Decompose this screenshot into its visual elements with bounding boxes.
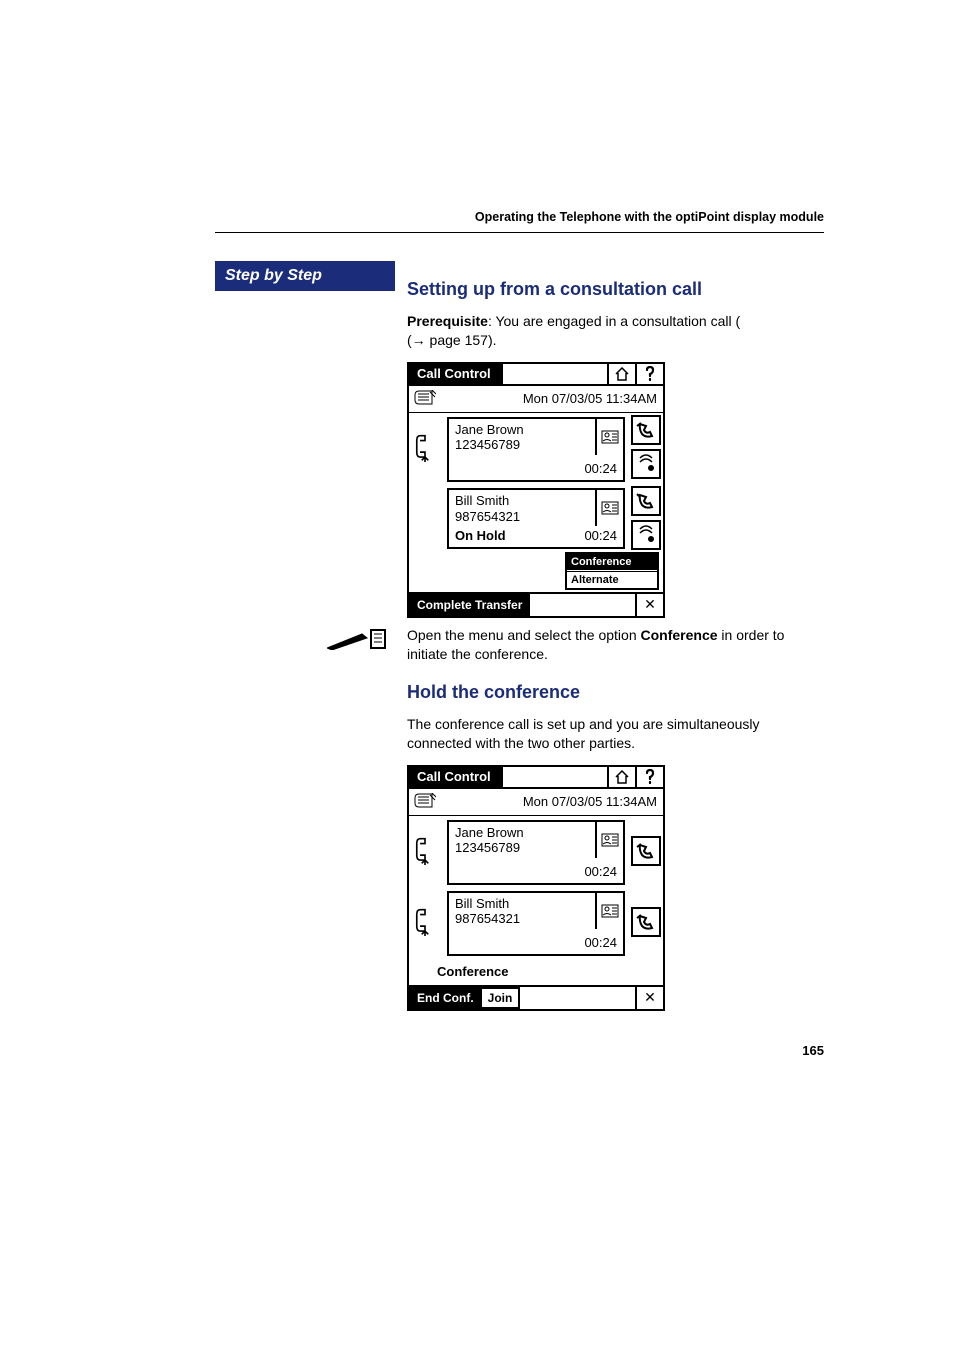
phone-handset-icon: [409, 413, 441, 484]
help-icon[interactable]: [635, 364, 663, 384]
section2-body: The conference call is set up and you ar…: [407, 715, 824, 753]
contact-card-icon[interactable]: [597, 893, 623, 929]
p2-caller2-number: 987654321: [455, 911, 591, 927]
p2-caller2-timer: 00:24: [449, 929, 623, 954]
contact-card-icon[interactable]: [597, 822, 623, 858]
header-rule: Operating the Telephone with the optiPoi…: [215, 0, 824, 233]
home-icon[interactable]: [607, 767, 635, 787]
phone-handset-icon: [409, 816, 441, 887]
p2-caller2-name: Bill Smith: [455, 896, 591, 912]
p2-caller1-name: Jane Brown: [455, 825, 591, 841]
complete-transfer-button[interactable]: Complete Transfer: [409, 594, 530, 616]
pen-icon: [327, 626, 387, 650]
p2-caller1-timer: 00:24: [449, 858, 623, 883]
prerequisite-text: Prerequisite: You are engaged in a consu…: [407, 312, 824, 350]
datetime-text: Mon 07/03/05 11:34AM: [442, 388, 663, 409]
step-by-step-heading: Step by Step: [215, 261, 395, 291]
close-icon[interactable]: ✕: [635, 987, 663, 1009]
join-button[interactable]: Join: [482, 987, 521, 1009]
context-menu: Conference Alternate: [565, 552, 659, 590]
page: Operating the Telephone with the optiPoi…: [0, 0, 954, 1118]
record-icon[interactable]: [631, 449, 661, 479]
page-ref[interactable]: (→ page 157): [407, 332, 493, 348]
help-icon[interactable]: [635, 767, 663, 787]
handset-active-icon[interactable]: [631, 415, 661, 445]
on-hold-label: On Hold: [455, 528, 506, 543]
contact-card-icon[interactable]: [597, 419, 623, 455]
handset-active-icon[interactable]: [631, 907, 661, 937]
notepad-icon: [409, 789, 442, 815]
notepad-icon: [409, 386, 442, 412]
prerequisite-label: Prerequisite: [407, 313, 488, 329]
phone-display-1: Call Control Mon 07/03/05 11:34AM: [407, 362, 665, 618]
section-title-hold: Hold the conference: [407, 682, 824, 703]
phone-handset-icon: [409, 887, 441, 958]
running-header: Operating the Telephone with the optiPoi…: [215, 210, 824, 232]
close-icon[interactable]: ✕: [635, 594, 663, 616]
call-control-tab[interactable]: Call Control: [409, 767, 503, 787]
handset-hold-icon[interactable]: [631, 486, 661, 516]
caller2-name: Bill Smith: [455, 493, 591, 509]
conference-label: Conference: [409, 958, 663, 985]
caller1-number: 123456789: [455, 437, 591, 453]
home-icon[interactable]: [607, 364, 635, 384]
phone-display-2: Call Control Mon 07/03/05 11:34AM: [407, 765, 665, 1011]
caller2-number: 987654321: [455, 509, 591, 525]
datetime-text: Mon 07/03/05 11:34AM: [442, 791, 663, 812]
end-conf-button[interactable]: End Conf.: [409, 987, 482, 1009]
handset-active-icon[interactable]: [631, 836, 661, 866]
menu-item-conference[interactable]: Conference: [567, 554, 657, 571]
contact-card-icon[interactable]: [597, 490, 623, 526]
p2-caller1-number: 123456789: [455, 840, 591, 856]
record-icon[interactable]: [631, 520, 661, 550]
instruction-text: Open the menu and select the option Conf…: [407, 626, 824, 664]
caller1-timer: 00:24: [449, 455, 623, 480]
section-title-setup: Setting up from a consultation call: [407, 279, 824, 300]
page-number: 165: [0, 1043, 824, 1058]
menu-item-alternate[interactable]: Alternate: [567, 571, 657, 588]
call-control-tab[interactable]: Call Control: [409, 364, 503, 384]
caller2-timer: 00:24: [584, 528, 617, 543]
caller1-name: Jane Brown: [455, 422, 591, 438]
